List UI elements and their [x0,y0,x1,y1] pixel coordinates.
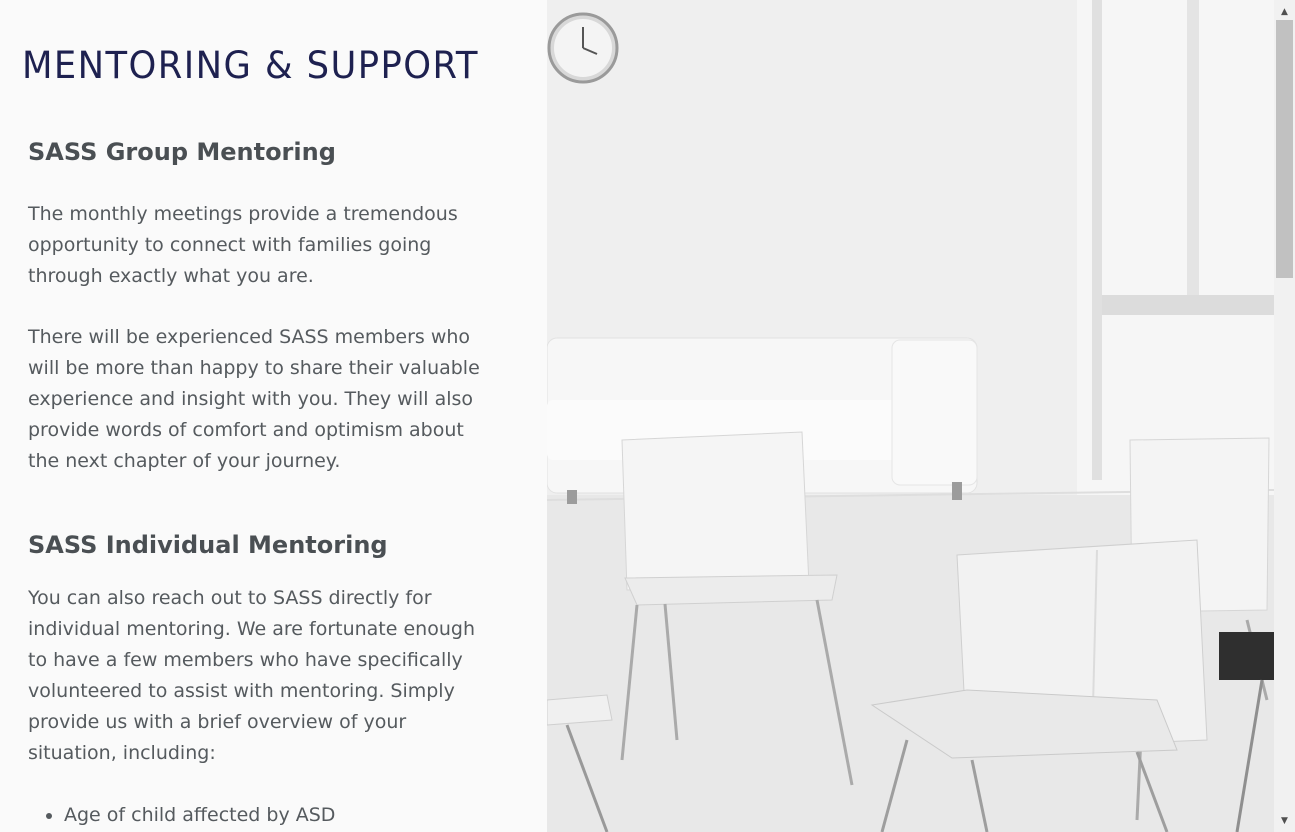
group-mentoring-paragraph-1: The monthly meetings provide a tremendou… [28,203,458,287]
list-item: Age of child affected by ASD [64,800,500,831]
scroll-down-arrow-icon[interactable]: ▼ [1274,812,1295,829]
page-title: MENTORING & SUPPORT [22,44,479,87]
scrollbar-thumb[interactable] [1276,20,1293,278]
meeting-room-illustration [547,0,1274,832]
article-content: SASS Group Mentoring The monthly meeting… [28,132,500,831]
individual-mentoring-heading: SASS Individual Mentoring [28,531,388,559]
vertical-scrollbar[interactable]: ▲ ▼ [1274,0,1295,832]
group-mentoring-paragraph-2: There will be experienced SASS members w… [28,326,480,472]
meeting-room-photo [547,0,1274,832]
individual-mentoring-paragraph: You can also reach out to SASS directly … [28,587,475,764]
situation-details-list: Age of child affected by ASD [28,800,500,831]
group-mentoring-heading: SASS Group Mentoring [28,138,336,166]
content-panel: MENTORING & SUPPORT SASS Group Mentoring… [0,0,547,832]
clock-icon [547,12,619,84]
scroll-up-arrow-icon[interactable]: ▲ [1274,3,1295,20]
